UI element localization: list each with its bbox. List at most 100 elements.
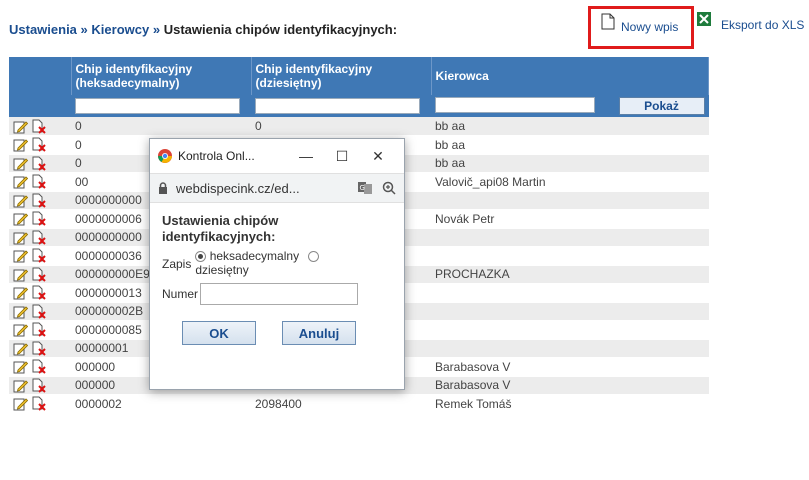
cell-driver <box>431 191 709 210</box>
row-actions <box>9 265 71 284</box>
delete-icon[interactable] <box>31 156 46 171</box>
delete-icon[interactable] <box>31 378 46 393</box>
delete-icon[interactable] <box>31 359 46 374</box>
edit-icon[interactable] <box>13 285 28 300</box>
row-actions <box>9 135 71 155</box>
row-actions <box>9 302 71 321</box>
breadcrumb-separator: » <box>80 22 88 37</box>
minimize-button[interactable]: — <box>288 148 324 164</box>
number-label: Numer <box>162 287 199 301</box>
row-actions <box>9 154 71 173</box>
row-actions <box>9 283 71 303</box>
radio-hex[interactable] <box>195 251 207 263</box>
page: Ustawienia » Kierowcy » Ustawienia chipó… <box>0 0 809 480</box>
cell-driver: bb aa <box>431 154 709 173</box>
edit-icon[interactable] <box>13 156 28 171</box>
svg-text:G: G <box>360 184 365 192</box>
header-actions <box>9 57 72 95</box>
cancel-button[interactable]: Anuluj <box>282 321 356 345</box>
new-document-icon <box>601 13 615 30</box>
radio-dec[interactable] <box>308 251 320 263</box>
edit-icon[interactable] <box>13 322 28 337</box>
breadcrumb-separator: » <box>152 22 161 37</box>
cell-driver: Barabasova V <box>431 357 709 377</box>
format-label: Zapis <box>162 257 192 271</box>
ok-button[interactable]: OK <box>182 321 256 345</box>
cell-driver: Valovič_api08 Martin <box>431 172 709 192</box>
edit-icon[interactable] <box>13 359 28 374</box>
popup-window: Kontrola Onl... — ☐ ✕ webdispecink.cz/ed… <box>149 138 405 390</box>
delete-icon[interactable] <box>31 304 46 319</box>
zoom-icon[interactable] <box>382 181 396 195</box>
filter-hex-cell <box>71 95 251 117</box>
cell-dec: 2098400 <box>251 394 431 414</box>
filter-driver-cell: Pokaż <box>431 95 709 117</box>
translate-icon[interactable]: G <box>358 182 372 194</box>
breadcrumb-current: Ustawienia chipów identyfikacyjnych: <box>163 22 398 37</box>
delete-icon[interactable] <box>31 137 46 152</box>
delete-icon[interactable] <box>31 119 46 134</box>
row-actions <box>9 394 71 414</box>
delete-icon[interactable] <box>31 248 46 263</box>
delete-icon[interactable] <box>31 211 46 226</box>
lock-icon <box>159 182 167 194</box>
delete-icon[interactable] <box>31 193 46 208</box>
number-row: Numer <box>162 283 392 305</box>
edit-icon[interactable] <box>13 137 28 152</box>
edit-icon[interactable] <box>13 378 28 393</box>
delete-icon[interactable] <box>31 285 46 300</box>
edit-icon[interactable] <box>13 174 28 189</box>
cell-dec: 0 <box>251 117 431 136</box>
popup-body: Ustawienia chipów identyfikacyjnych: Zap… <box>150 203 404 355</box>
table-row: 0000002 2098400 Remek Tomáš <box>9 394 709 414</box>
table-row: 0 0 bb aa <box>9 117 709 136</box>
cell-driver <box>431 339 709 358</box>
edit-icon[interactable] <box>13 267 28 282</box>
delete-icon[interactable] <box>31 174 46 189</box>
row-actions <box>9 172 71 192</box>
popup-url: webdispecink.cz/ed... <box>176 180 300 196</box>
breadcrumb-drivers[interactable]: Kierowcy <box>91 22 149 37</box>
maximize-button[interactable]: ☐ <box>324 148 360 165</box>
row-actions <box>9 117 71 136</box>
cell-driver <box>431 320 709 340</box>
cell-driver: Novák Petr <box>431 209 709 229</box>
format-radios: heksadecymalny dziesiętny <box>195 249 320 277</box>
filter-hex-input[interactable] <box>75 98 241 114</box>
delete-icon[interactable] <box>31 267 46 282</box>
cell-driver: bb aa <box>431 135 709 155</box>
delete-icon[interactable] <box>31 396 46 411</box>
new-entry-button[interactable]: Nowy wpis <box>601 13 678 34</box>
row-actions <box>9 191 71 210</box>
edit-icon[interactable] <box>13 211 28 226</box>
edit-icon[interactable] <box>13 193 28 208</box>
format-row: Zapis heksadecymalny dziesiętny <box>162 249 392 277</box>
header-driver[interactable]: Kierowca <box>431 57 709 95</box>
header-hex[interactable]: Chip identyfikacyjny (heksadecymalny) <box>71 57 252 95</box>
radio-dec-label: dziesiętny <box>195 263 249 277</box>
cell-driver <box>431 228 709 247</box>
edit-icon[interactable] <box>13 396 28 411</box>
popup-heading: Ustawienia chipów identyfikacyjnych: <box>162 213 279 244</box>
delete-icon[interactable] <box>31 322 46 337</box>
edit-icon[interactable] <box>13 119 28 134</box>
cell-driver: Remek Tomáš <box>431 394 709 414</box>
show-button[interactable]: Pokaż <box>618 97 705 115</box>
export-xls-button[interactable]: Eksport do XLS <box>697 12 804 32</box>
edit-icon[interactable] <box>13 341 28 356</box>
cell-hex: 0000002 <box>71 394 251 414</box>
number-input[interactable] <box>200 283 359 305</box>
popup-titlebar: Kontrola Onl... — ☐ ✕ <box>150 139 404 173</box>
edit-icon[interactable] <box>13 304 28 319</box>
filter-driver-input[interactable] <box>435 97 595 113</box>
breadcrumb-settings[interactable]: Ustawienia <box>9 22 77 37</box>
delete-icon[interactable] <box>31 230 46 245</box>
edit-icon[interactable] <box>13 230 28 245</box>
edit-icon[interactable] <box>13 248 28 263</box>
delete-icon[interactable] <box>31 341 46 356</box>
header-dec[interactable]: Chip identyfikacyjny (dziesiętny) <box>251 57 432 95</box>
popup-url-bar: webdispecink.cz/ed... G <box>150 173 404 203</box>
close-button[interactable]: ✕ <box>360 148 396 165</box>
cell-driver <box>431 246 709 266</box>
filter-dec-input[interactable] <box>255 98 421 114</box>
